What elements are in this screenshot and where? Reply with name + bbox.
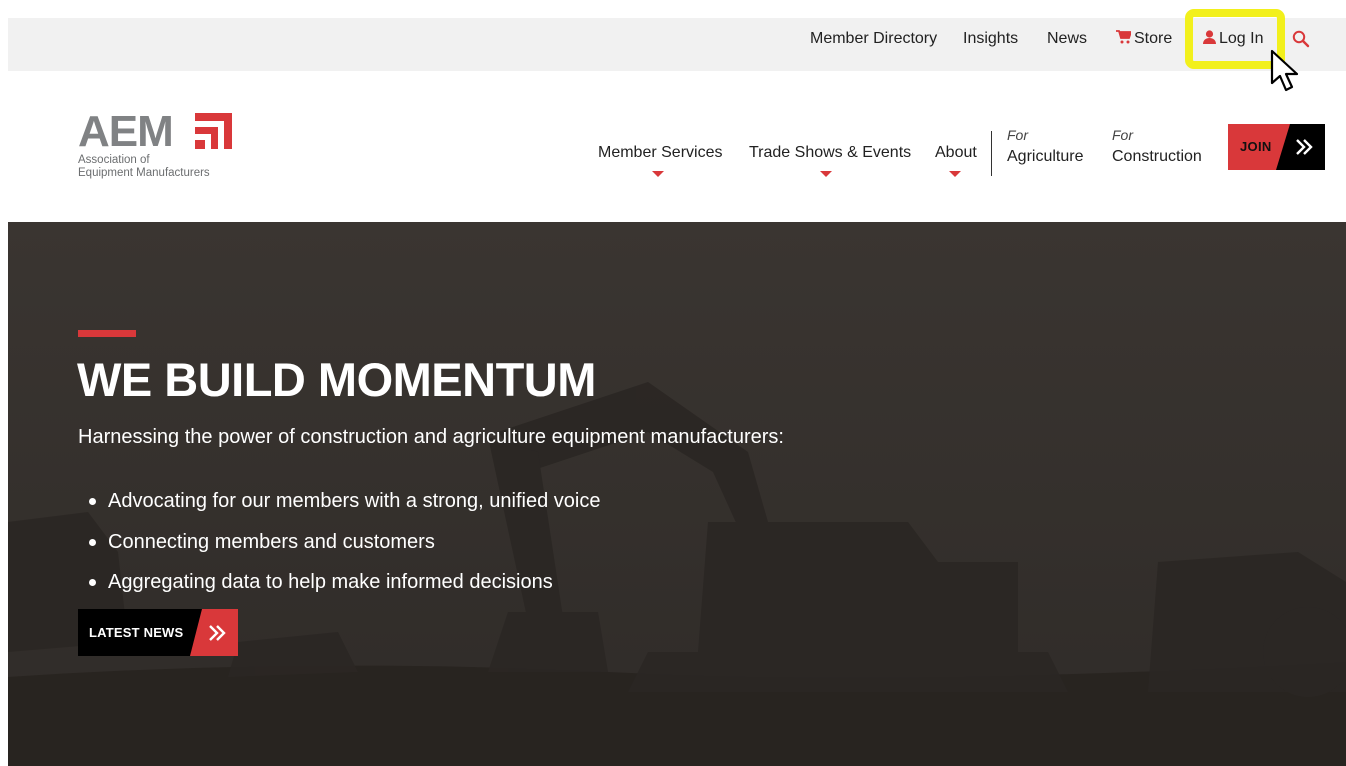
cart-icon [1116,30,1133,44]
news-link[interactable]: News [1047,30,1087,48]
member-directory-link[interactable]: Member Directory [810,30,937,48]
bullet-text: Advocating for our members with a strong… [108,490,601,512]
join-label: JOIN [1240,139,1272,154]
hero-intro: Harnessing the power of construction and… [78,426,784,448]
nav-about[interactable]: About [935,144,977,162]
logo-subtitle: Association of Equipment Manufacturers [78,154,210,180]
hero-section: WE BUILD MOMENTUM Harnessing the power o… [8,222,1346,766]
list-item: Advocating for our members with a strong… [78,481,600,522]
nav-trade-shows-events[interactable]: Trade Shows & Events [749,144,911,162]
join-button[interactable]: JOIN [1228,124,1325,170]
about-caret-icon [949,171,961,177]
hero-headline: WE BUILD MOMENTUM [77,353,596,406]
hero-bullet-list: Advocating for our members with a strong… [78,481,600,603]
bullet-icon [89,538,96,546]
logo-subtitle-line1: Association of [78,154,150,166]
mouse-cursor-icon [1270,49,1299,92]
nav-for-agriculture[interactable]: For Agriculture [1007,127,1083,170]
trade-shows-caret-icon [820,171,832,177]
logo-mark-icon [195,113,232,149]
headline-accent-bar [78,330,136,337]
bullet-text: Aggregating data to help make informed d… [108,571,553,593]
bullet-icon [89,579,96,586]
logo-wordmark: AEM [78,107,174,156]
latest-news-label: LATEST NEWS [89,625,184,640]
bullet-icon [89,498,96,505]
bullet-text: Connecting members and customers [108,530,435,553]
search-icon[interactable] [1292,30,1310,48]
logo-subtitle-line2: Equipment Manufacturers [78,167,210,179]
member-services-caret-icon [652,171,664,177]
double-chevron-right-icon [1296,139,1313,155]
for-label: For [1007,127,1028,143]
latest-news-button[interactable]: LATEST NEWS [78,609,238,656]
list-item: Aggregating data to help make informed d… [78,562,600,603]
insights-link[interactable]: Insights [963,30,1018,48]
nav-member-services[interactable]: Member Services [598,144,722,162]
store-link[interactable]: Store [1116,30,1172,48]
store-label: Store [1134,30,1173,47]
list-item: Connecting members and customers [78,522,600,563]
agriculture-label: Agriculture [1007,148,1084,165]
nav-for-construction[interactable]: For Construction [1112,127,1202,170]
nav-divider [991,131,992,176]
construction-label: Construction [1112,148,1202,165]
for-label: For [1112,127,1133,143]
double-chevron-right-icon [209,625,226,641]
